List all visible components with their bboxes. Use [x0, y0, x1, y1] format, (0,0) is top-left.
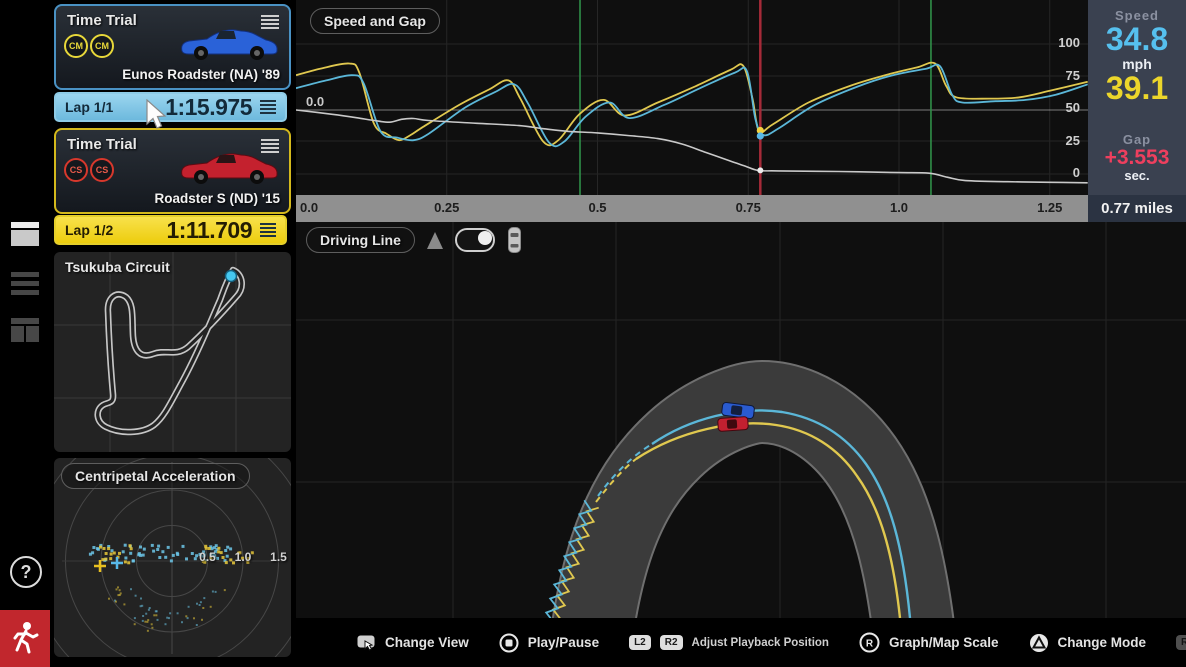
graph-map-view-icon [11, 222, 39, 228]
speed-value-blue: 34.8 [1088, 23, 1186, 56]
centripetal-accel-panel: Centripetal Acceleration 0.5 1.0 1.5 [54, 458, 291, 657]
control-graph-map-scale[interactable]: R Graph/Map Scale [859, 632, 999, 653]
speed-yellow-trace [296, 63, 1088, 146]
lap-label: Lap 1/1 [65, 99, 113, 115]
speed-blue-trace [296, 64, 1088, 146]
lap-label: Lap 1/2 [65, 222, 113, 238]
lap-selector-blue[interactable]: Lap 1/1 1:15.975 [54, 92, 287, 122]
sidebar-item-graph-map-view[interactable] [11, 222, 39, 246]
distance-tick-label: 1.25 [1037, 200, 1062, 215]
triangle-button-icon [1029, 633, 1049, 653]
control-adjust-playback[interactable]: L2 R2 Adjust Playback Position [629, 635, 829, 650]
right-stick-icon: R [859, 632, 880, 653]
touchpad-icon [356, 634, 376, 651]
cursor-dot-blue [757, 132, 764, 139]
lap-time: 1:15.975 [165, 94, 252, 121]
driving-line-row: Driving Line [306, 226, 522, 254]
tire-badge: CS [64, 158, 88, 182]
tire-badge: CS [90, 158, 114, 182]
gap-value: +3.553 [1088, 147, 1186, 168]
minimap-car-position [226, 271, 237, 282]
current-distance: 0.77 miles [1088, 195, 1186, 222]
gap-unit: sec. [1088, 168, 1186, 183]
list-view-icon [11, 272, 39, 277]
r1-button-badge: R1 [1176, 635, 1186, 650]
track-map-view [296, 222, 1186, 618]
circuit-outline [54, 252, 291, 452]
distance-tick-label: 1.0 [890, 200, 908, 215]
toggle-knob [478, 231, 492, 245]
help-button[interactable]: ? [10, 556, 42, 588]
lap-selector-yellow[interactable]: Lap 1/2 1:11.709 [54, 215, 287, 245]
distance-tick-label: 0.25 [434, 200, 459, 215]
sidebar-item-table-view[interactable] [11, 318, 39, 342]
car-marker-red [718, 416, 749, 431]
circuit-name: Tsukuba Circuit [65, 259, 170, 275]
control-label: Change Mode [1058, 635, 1147, 650]
svg-text:R: R [866, 639, 874, 650]
lap-menu-icon[interactable] [260, 100, 276, 114]
control-reset-position: R1 Reset Position [1176, 635, 1186, 650]
l2-button-badge: L2 [629, 635, 651, 650]
accel-title: Centripetal Acceleration [75, 468, 236, 484]
distance-tick-label: 0.0 [300, 200, 318, 215]
exit-button[interactable] [0, 610, 50, 667]
distance-axis-strip[interactable]: 0.0 0.25 0.5 0.75 1.0 1.25 [296, 195, 1088, 222]
runner-icon [0, 610, 50, 667]
mouse-cursor [145, 99, 169, 129]
control-change-mode[interactable]: Change Mode [1029, 633, 1147, 653]
square-button-icon [499, 633, 519, 653]
view-mode-sidebar: ? [0, 0, 50, 667]
tire-badge: CM [90, 34, 114, 58]
accel-title-pill: Centripetal Acceleration [61, 463, 250, 489]
gap-label: Gap [1088, 132, 1186, 147]
cone-marker-icon [427, 232, 443, 249]
car-image-red [175, 146, 281, 188]
car-name: Roadster S (ND) '15 [155, 191, 281, 206]
driving-line-toggle[interactable] [455, 228, 495, 252]
car-name: Eunos Roadster (NA) '89 [122, 67, 280, 82]
driving-line-pill: Driving Line [306, 227, 415, 253]
speed-value-yellow: 39.1 [1088, 72, 1186, 105]
entry-card-yellow[interactable]: Time Trial CS CS Roadster S (ND) '15 [54, 128, 291, 214]
gap-white-trace [296, 110, 1088, 183]
driving-line-label: Driving Line [320, 232, 401, 248]
chart-title: Speed and Gap [324, 13, 426, 29]
gg-ring-tick-label: 1.5 [270, 550, 287, 564]
tire-badge: CM [64, 34, 88, 58]
table-view-icon [11, 318, 39, 324]
control-label: Graph/Map Scale [889, 635, 999, 650]
track-surface [585, 402, 920, 618]
sidebar-item-list-view[interactable] [11, 272, 39, 296]
entry-card-blue[interactable]: Time Trial CM CM Eunos Roadster (NA) '89 [54, 4, 291, 90]
control-label: Adjust Playback Position [692, 637, 829, 649]
mode-label: Time Trial [67, 136, 137, 153]
telemetry-panel: Speed 34.8 mph 39.1 Gap +3.553 sec. [1088, 0, 1186, 195]
control-label: Change View [385, 635, 469, 650]
lap-menu-icon[interactable] [260, 223, 276, 237]
distance-tick-label: 0.75 [736, 200, 761, 215]
circuit-minimap-panel: Tsukuba Circuit [54, 252, 291, 452]
help-icon: ? [21, 562, 32, 582]
control-change-view[interactable]: Change View [356, 634, 469, 651]
distance-tick-label: 0.5 [588, 200, 606, 215]
control-play-pause[interactable]: Play/Pause [499, 633, 599, 653]
gg-ring-tick-label: 1.0 [235, 550, 252, 564]
lap-time: 1:11.709 [166, 217, 252, 244]
r2-button-badge: R2 [660, 635, 683, 650]
track-map-canvas [296, 222, 1186, 618]
car-image-blue [175, 22, 281, 64]
car-topview-icon [507, 226, 522, 254]
gt-data-logger-screen: Speed and Gap 0.0 1007550250 0.00.250.50… [0, 0, 1186, 667]
chart-title-pill: Speed and Gap [310, 8, 440, 34]
mode-label: Time Trial [67, 12, 137, 29]
gg-ring-tick-label: 0.5 [199, 550, 216, 564]
cursor-dot-gap [757, 167, 763, 173]
gap-zero-label: 0.0 [306, 94, 324, 109]
control-label: Play/Pause [528, 635, 599, 650]
